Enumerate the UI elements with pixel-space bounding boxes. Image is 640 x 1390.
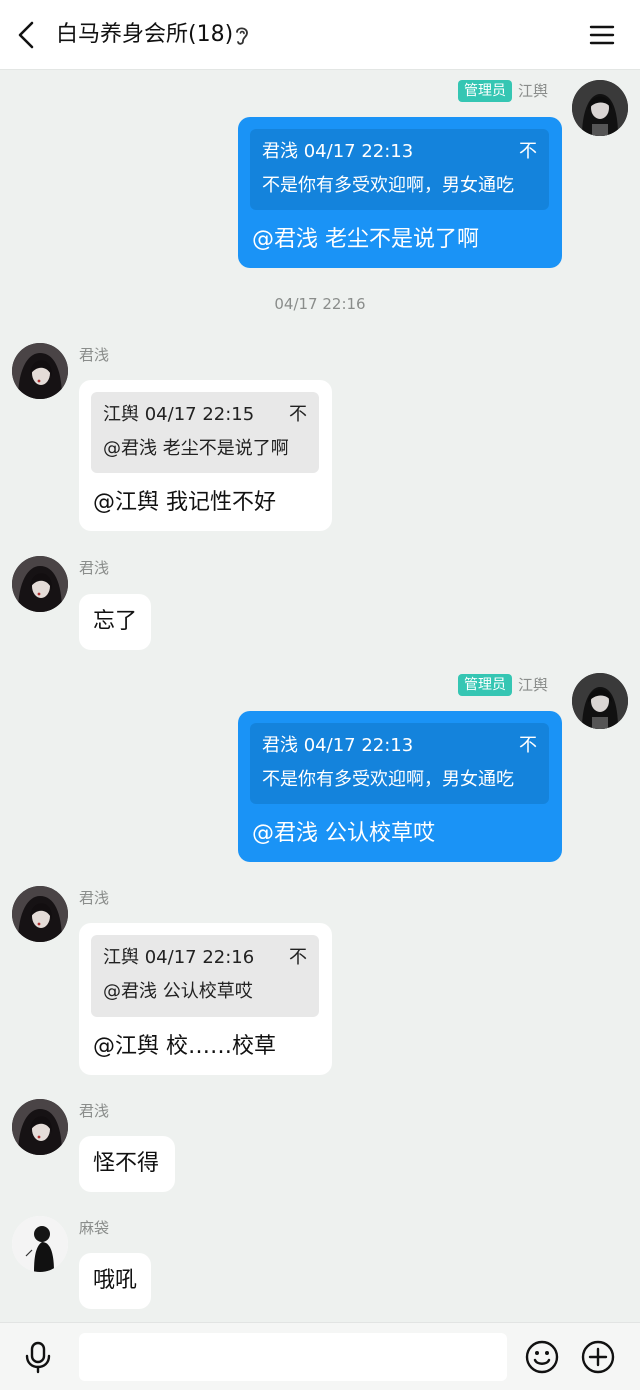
sender-name: 君浅: [79, 889, 110, 907]
message-bubble[interactable]: 忘了: [79, 594, 151, 650]
avatar[interactable]: [12, 1216, 68, 1272]
message-bubble[interactable]: 君浅 04/17 22:13 不 不是你有多受欢迎啊，男女通吃 @君浅 公认校草…: [238, 711, 562, 862]
microphone-icon: [25, 1341, 51, 1374]
message-bubble[interactable]: 怪不得: [79, 1136, 175, 1192]
emoji-button[interactable]: [524, 1339, 560, 1375]
avatar[interactable]: [572, 80, 628, 136]
menu-button[interactable]: [586, 18, 618, 52]
quoted-message[interactable]: 君浅 04/17 22:13 不 不是你有多受欢迎啊，男女通吃: [250, 723, 549, 804]
chat-title[interactable]: 白马养身会所(18): [56, 19, 233, 51]
quote-text: @君浅 公认校草哎: [103, 981, 253, 1002]
sender-name: 君浅: [79, 1102, 110, 1120]
quote-text: 不是你有多受欢迎啊，男女通吃: [262, 175, 514, 196]
quote-text: @君浅 老尘不是说了啊: [103, 438, 289, 459]
timestamp: 04/17 22:16: [274, 295, 366, 313]
quote-header: 江舆 04/17 22:16: [103, 947, 255, 968]
message-text: @君浅 老尘不是说了啊: [252, 227, 479, 252]
avatar[interactable]: [12, 1099, 68, 1155]
emoji-icon: [525, 1340, 559, 1374]
hamburger-menu-icon: [589, 25, 615, 45]
avatar[interactable]: [12, 886, 68, 942]
sender-name: 君浅: [79, 559, 110, 577]
sender-line: 管理员 江舆: [458, 80, 548, 102]
message-bubble[interactable]: 江舆 04/17 22:15 不 @君浅 老尘不是说了啊 @江舆 我记性不好: [79, 380, 332, 531]
quote-text: 不是你有多受欢迎啊，男女通吃: [262, 769, 514, 790]
quote-pin: 不: [289, 404, 307, 425]
avatar[interactable]: [12, 556, 68, 612]
message-text: 怪不得: [93, 1151, 160, 1176]
voice-button[interactable]: [20, 1339, 56, 1375]
sender-line: 管理员 江舆: [458, 674, 548, 696]
chat-header: 白马养身会所(18): [0, 0, 640, 70]
quote-pin: 不: [289, 947, 307, 968]
message-bubble[interactable]: 哦吼: [79, 1253, 151, 1309]
quote-header: 君浅 04/17 22:13: [262, 141, 414, 162]
sender-name: 江舆: [518, 82, 549, 100]
sender-name: 麻袋: [79, 1219, 110, 1237]
plus-circle-icon: [581, 1340, 615, 1374]
avatar[interactable]: [12, 343, 68, 399]
message-input[interactable]: [79, 1333, 507, 1381]
more-button[interactable]: [580, 1339, 616, 1375]
message-text: @君浅 公认校草哎: [252, 821, 435, 846]
quoted-message[interactable]: 江舆 04/17 22:15 不 @君浅 老尘不是说了啊: [91, 392, 319, 473]
avatar[interactable]: [572, 673, 628, 729]
quoted-message[interactable]: 君浅 04/17 22:13 不 不是你有多受欢迎啊，男女通吃: [250, 129, 549, 210]
chevron-left-icon: [18, 21, 34, 49]
admin-badge: 管理员: [458, 80, 512, 102]
message-bubble[interactable]: 君浅 04/17 22:13 不 不是你有多受欢迎啊，男女通吃 @君浅 老尘不是…: [238, 117, 562, 268]
message-text: 忘了: [93, 609, 138, 634]
message-text: 哦吼: [93, 1268, 138, 1293]
quote-pin: 不: [519, 141, 537, 162]
input-bar: [0, 1322, 640, 1390]
admin-badge: 管理员: [458, 674, 512, 696]
message-text: @江舆 校……校草: [93, 1034, 276, 1059]
sender-name: 君浅: [79, 346, 110, 364]
sender-name: 江舆: [518, 676, 549, 694]
quoted-message[interactable]: 江舆 04/17 22:16 不 @君浅 公认校草哎: [91, 935, 319, 1017]
message-text: @江舆 我记性不好: [93, 490, 276, 515]
quote-header: 君浅 04/17 22:13: [262, 735, 414, 756]
ear-icon: [236, 27, 248, 45]
quote-pin: 不: [519, 735, 537, 756]
message-bubble[interactable]: 江舆 04/17 22:16 不 @君浅 公认校草哎 @江舆 校……校草: [79, 923, 332, 1075]
back-button[interactable]: [12, 18, 44, 52]
quote-header: 江舆 04/17 22:15: [103, 404, 255, 425]
